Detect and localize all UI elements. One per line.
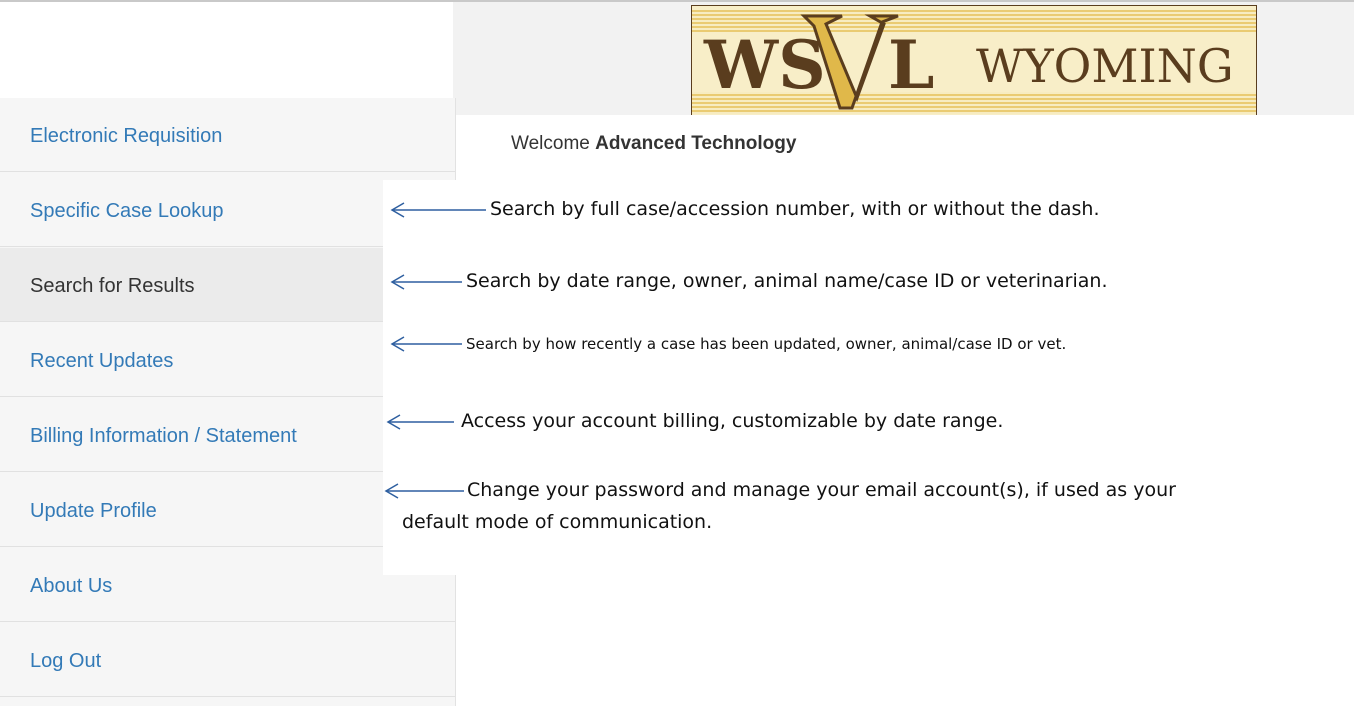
logo-mark-ws: WS xyxy=(703,26,826,104)
arrow-left-icon xyxy=(386,414,454,430)
logo-mark-l: L xyxy=(888,26,934,104)
nav-item-log-out[interactable]: Log Out xyxy=(0,623,455,697)
wsvl-logo[interactable]: WS L WYOMING xyxy=(691,5,1257,117)
annotation-recent-updates: Search by how recently a case has been u… xyxy=(466,335,1067,353)
nav-label: Recent Updates xyxy=(30,350,174,372)
annotation-update-profile-line1: Change your password and manage your ema… xyxy=(467,479,1176,501)
nav-label: Log Out xyxy=(30,650,102,672)
annotation-search-results: Search by date range, owner, animal name… xyxy=(466,270,1108,292)
welcome-message: Welcome Advanced Technology xyxy=(511,133,796,155)
nav-label: Update Profile xyxy=(30,500,157,522)
page: WS L WYOMING Electronic Requisition Spec… xyxy=(0,0,1354,706)
logo-wordmark: WYOMING xyxy=(976,39,1234,93)
annotation-update-profile-line2: default mode of communication. xyxy=(402,511,713,533)
annotation-billing: Access your account billing, customizabl… xyxy=(461,410,1004,432)
nav-label: Specific Case Lookup xyxy=(30,200,224,222)
nav-label: About Us xyxy=(30,575,113,597)
nav-item-electronic-requisition[interactable]: Electronic Requisition xyxy=(0,98,455,172)
arrow-left-icon xyxy=(390,202,486,218)
logo-graphic: WS L WYOMING xyxy=(692,6,1256,116)
arrow-left-icon xyxy=(384,483,464,499)
annotation-case-lookup: Search by full case/accession number, wi… xyxy=(490,198,1100,220)
arrow-left-icon xyxy=(390,336,462,352)
nav-label: Billing Information / Statement xyxy=(30,425,297,447)
welcome-greeting: Welcome xyxy=(511,133,590,154)
nav-label: Electronic Requisition xyxy=(30,125,223,147)
welcome-user-name: Advanced Technology xyxy=(595,133,797,154)
nav-label: Search for Results xyxy=(30,275,195,297)
arrow-left-icon xyxy=(390,274,462,290)
